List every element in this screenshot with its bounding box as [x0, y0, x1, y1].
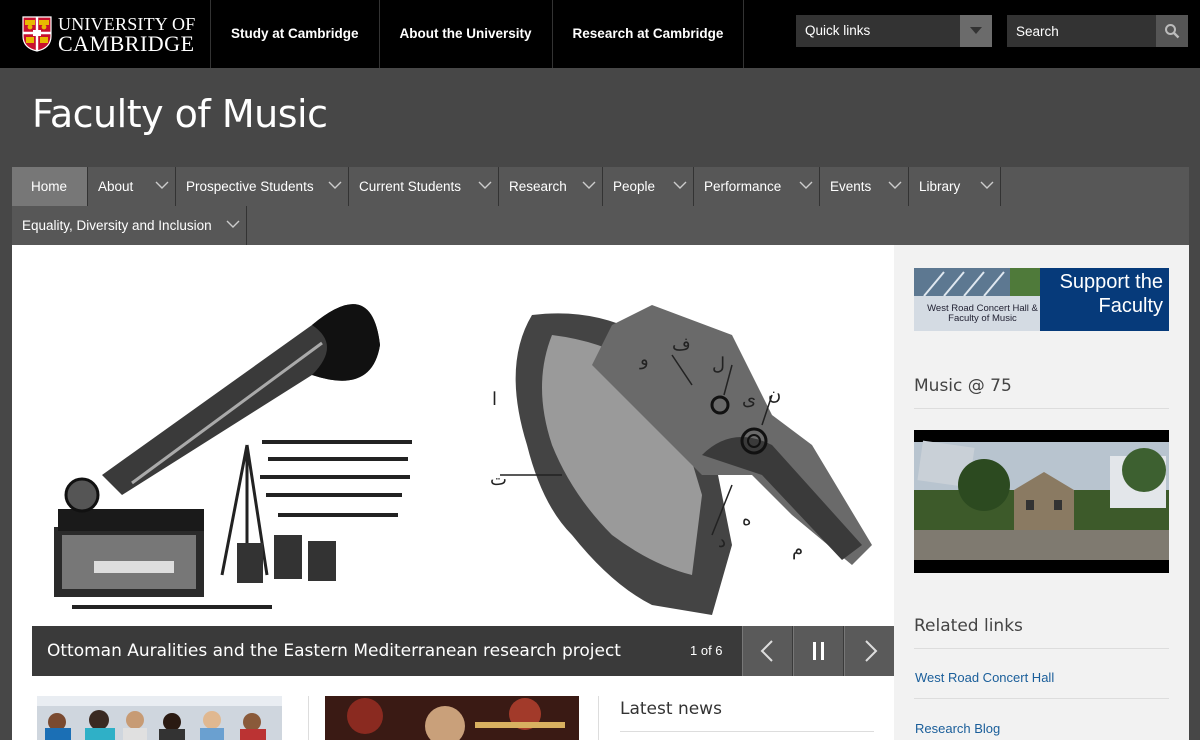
carousel-caption[interactable]: Ottoman Auralities and the Eastern Medit…	[47, 626, 621, 676]
nav-events[interactable]: Events	[820, 167, 909, 206]
news-card-image-1[interactable]	[37, 696, 282, 740]
carousel-caption-bar: Ottoman Auralities and the Eastern Medit…	[32, 626, 894, 676]
divider	[914, 408, 1169, 409]
svg-text:ف: ف	[672, 334, 691, 355]
nav-label: Current Students	[359, 179, 462, 194]
search-button[interactable]	[1156, 15, 1188, 47]
faculty-building-photo	[914, 430, 1169, 573]
chevron-down-icon[interactable]	[980, 181, 994, 190]
quick-links-dropdown[interactable]: Quick links	[796, 15, 992, 47]
nav-study-at-cambridge[interactable]: Study at Cambridge	[210, 0, 379, 68]
carousel-slide-image[interactable]: ا ت ف و ل ی ن ه د م	[12, 245, 894, 626]
nav-label: Equality, Diversity and Inclusion	[22, 218, 212, 233]
chevron-left-icon	[760, 640, 773, 662]
svg-text:ل: ل	[712, 354, 725, 375]
caret-down-icon	[970, 27, 982, 34]
chevron-down-icon[interactable]	[582, 181, 596, 190]
musicians-photo	[325, 696, 579, 740]
svg-text:ت: ت	[490, 469, 507, 490]
nav-current-students[interactable]: Current Students	[349, 167, 499, 206]
gramophone-ear-illustration: ا ت ف و ل ی ن ه د م	[54, 304, 872, 615]
divider	[914, 648, 1169, 649]
divider	[914, 698, 1169, 699]
sidebar: Support the Faculty West Road Concert Ha…	[894, 245, 1189, 740]
carousel-counter: 1 of 6	[690, 643, 723, 658]
svg-text:ا: ا	[492, 389, 497, 410]
chevron-down-icon[interactable]	[478, 181, 492, 190]
link-research-blog[interactable]: Research Blog	[915, 721, 1000, 736]
search-box	[1007, 15, 1188, 47]
pause-icon	[813, 642, 824, 660]
nav-research[interactable]: Research	[499, 167, 603, 206]
nav-label: About	[98, 179, 134, 194]
cambridge-crest-icon	[22, 16, 52, 52]
carousel-pause-button[interactable]	[793, 626, 843, 676]
svg-text:د: د	[718, 531, 726, 552]
nav-label: Prospective Students	[186, 179, 314, 194]
chevron-down-icon[interactable]	[673, 181, 687, 190]
link-west-road-concert-hall[interactable]: West Road Concert Hall	[915, 670, 1054, 685]
nav-home[interactable]: Home	[12, 167, 88, 206]
chevron-down-icon[interactable]	[888, 181, 902, 190]
chevron-down-icon[interactable]	[328, 181, 342, 190]
divider	[598, 696, 599, 740]
chevron-down-icon[interactable]	[226, 220, 240, 229]
carousel-prev-button[interactable]	[742, 626, 792, 676]
svg-text:ن: ن	[768, 384, 781, 405]
logo-line2: CAMBRIDGE	[58, 31, 195, 56]
search-icon	[1165, 24, 1180, 39]
nav-label: People	[613, 179, 656, 194]
svg-text:ه: ه	[742, 509, 751, 530]
nav-label: Performance	[704, 179, 782, 194]
divider	[308, 696, 309, 740]
music-75-heading: Music @ 75	[914, 376, 1012, 396]
svg-text:ی: ی	[742, 389, 756, 410]
nav-performance[interactable]: Performance	[694, 167, 820, 206]
site-title[interactable]: Faculty of Music	[32, 92, 328, 136]
nav-label: Research	[509, 179, 567, 194]
carousel-next-button[interactable]	[844, 626, 894, 676]
svg-text:م: م	[792, 539, 803, 560]
latest-news-heading: Latest news	[620, 699, 722, 719]
nav-library[interactable]: Library	[909, 167, 1001, 206]
nav-label: Library	[919, 179, 961, 194]
support-subtitle: West Road Concert Hall & Faculty of Musi…	[927, 303, 1038, 324]
divider	[620, 731, 874, 732]
nav-prospective-students[interactable]: Prospective Students	[176, 167, 349, 206]
quick-links-label: Quick links	[805, 23, 871, 38]
nav-about-the-university[interactable]: About the University	[378, 0, 552, 68]
quick-links-toggle[interactable]	[960, 15, 992, 47]
main-content: ا ت ف و ل ی ن ه د م Ottoman Auralities a…	[12, 245, 894, 740]
news-card-image-2[interactable]	[325, 696, 579, 740]
related-links-heading: Related links	[914, 616, 1023, 636]
global-nav: Study at Cambridge About the University …	[210, 0, 745, 68]
chevron-down-icon[interactable]	[155, 181, 169, 190]
chevron-down-icon[interactable]	[799, 181, 813, 190]
nav-about[interactable]: About	[88, 167, 176, 206]
global-header: UNIVERSITY OF CAMBRIDGE Study at Cambrid…	[0, 0, 1200, 68]
search-input[interactable]	[1007, 15, 1157, 47]
nav-equality-diversity-inclusion[interactable]: Equality, Diversity and Inclusion	[12, 206, 247, 245]
music-75-video[interactable]	[914, 430, 1169, 573]
students-event-photo	[37, 696, 282, 740]
nav-people[interactable]: People	[603, 167, 694, 206]
nav-research-at-cambridge[interactable]: Research at Cambridge	[551, 0, 745, 68]
svg-text:و: و	[639, 349, 649, 370]
support-faculty-banner[interactable]: Support the Faculty West Road Concert Ha…	[914, 268, 1169, 331]
nav-label: Home	[31, 179, 68, 194]
nav-label: Events	[830, 179, 872, 194]
chevron-right-icon	[865, 640, 878, 662]
university-logo[interactable]: UNIVERSITY OF CAMBRIDGE	[22, 14, 195, 56]
support-title: Support the Faculty	[1059, 271, 1163, 317]
main-nav: Home About Prospective Students Current …	[12, 167, 1189, 245]
